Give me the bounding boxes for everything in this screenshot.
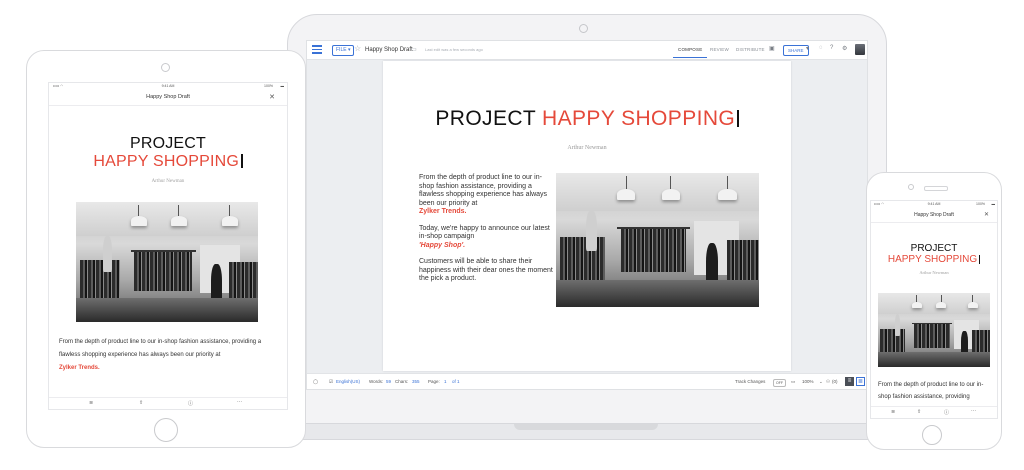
- brand-name: Zylker Trends.: [419, 208, 467, 215]
- tablet-camera: [161, 63, 170, 72]
- format-icon[interactable]: ≋: [891, 409, 895, 415]
- body-text: From the depth of product line to our in…: [419, 174, 555, 292]
- phone-body-text: From the depth of product line to our in…: [878, 382, 984, 400]
- zoom-dropdown-icon[interactable]: ⌄: [819, 374, 823, 389]
- settings-icon[interactable]: ⚙: [842, 45, 847, 52]
- present-icon[interactable]: ▣: [769, 45, 775, 52]
- tablet-home-button[interactable]: [154, 418, 178, 442]
- document-page[interactable]: PROJECT HAPPY SHOPPING Arthur Newman Fro…: [383, 61, 791, 371]
- store-photo: [76, 202, 258, 322]
- language-selector[interactable]: English(US): [336, 374, 360, 389]
- tablet-nav-title: Happy Shop Draft: [146, 94, 190, 100]
- phone-nav-title: Happy Shop Draft: [914, 212, 954, 218]
- tablet-nav-bar: Happy Shop Draft ✕: [49, 91, 287, 106]
- more-icon[interactable]: ···: [971, 408, 976, 414]
- chat-icon[interactable]: ◯: [313, 374, 318, 389]
- page-title: PROJECT HAPPY SHOPPING: [383, 107, 791, 131]
- phone-home-button[interactable]: [922, 425, 942, 445]
- char-count: 355: [412, 379, 420, 384]
- close-icon[interactable]: ✕: [984, 211, 989, 218]
- tablet-body-text: From the depth of product line to our in…: [59, 336, 279, 375]
- store-photo: [878, 293, 990, 367]
- close-icon[interactable]: ✕: [269, 93, 275, 101]
- paragraph-intro: From the depth of product line to our in…: [419, 174, 548, 207]
- phone-nav-bar: Happy Shop Draft ✕: [871, 209, 997, 223]
- format-icon[interactable]: ≋: [89, 400, 93, 406]
- hamburger-icon[interactable]: [312, 45, 322, 54]
- page-total: of 1: [452, 379, 460, 384]
- phone-bottom-toolbar: ≋ ⇧ ⓘ ···: [871, 406, 997, 418]
- view-icon[interactable]: ▭: [791, 374, 795, 389]
- info-icon[interactable]: ⓘ: [188, 400, 193, 407]
- laptop-screen: FILE ▾ ☆ Happy Shop Draft ▭ Last edit wa…: [306, 40, 868, 390]
- page-label: Page:: [428, 379, 440, 384]
- folder-icon[interactable]: ▭: [411, 46, 417, 53]
- phone-speaker: [924, 186, 948, 191]
- title-plain: PROJECT: [129, 135, 207, 152]
- file-menu-button[interactable]: FILE ▾: [332, 45, 355, 56]
- battery-icon: ▬: [991, 202, 996, 206]
- chars-label: Chars:: [395, 379, 409, 384]
- collaborators-icon[interactable]: ⚇: [826, 374, 830, 389]
- title-accent: HAPPY SHOPPING: [93, 153, 240, 170]
- words-label: Words:: [369, 379, 384, 384]
- laptop-camera: [579, 24, 588, 33]
- campaign-name: 'Happy Shop'.: [419, 241, 466, 249]
- title-plain: PROJECT: [910, 243, 958, 254]
- track-changes-toggle[interactable]: OFF: [773, 379, 786, 387]
- info-icon[interactable]: ⓘ: [944, 409, 949, 416]
- help-icon[interactable]: ?: [830, 45, 833, 51]
- phone-camera: [908, 184, 914, 190]
- store-photo: [556, 173, 759, 307]
- title-accent: HAPPY SHOPPING: [542, 107, 736, 130]
- text-cursor: [979, 255, 981, 264]
- collaborators-count: (0): [832, 379, 838, 384]
- tablet-time: 9:41 AM: [161, 84, 175, 88]
- tab-review[interactable]: REVIEW: [705, 42, 734, 58]
- paragraph-customers: Customers will be able to share their ha…: [419, 258, 553, 282]
- page-view-icon[interactable]: ≡: [845, 377, 854, 386]
- zoom-selector[interactable]: 100%: [802, 374, 814, 389]
- laptop-notch: [514, 424, 658, 430]
- tablet-doc-title: PROJECT HAPPY SHOPPING: [49, 135, 287, 171]
- page-number-input[interactable]: 1: [444, 374, 447, 389]
- comment-icon[interactable]: ◌: [819, 45, 823, 51]
- share-icon[interactable]: ⇧: [917, 409, 921, 415]
- phone-doc-title: PROJECT HAPPY SHOPPING: [871, 243, 997, 265]
- phone-battery-percent: 100%: [976, 202, 985, 206]
- avatar[interactable]: [855, 44, 865, 55]
- share-dropdown-icon[interactable]: ▾: [806, 45, 809, 52]
- tab-compose[interactable]: COMPOSE: [673, 42, 708, 58]
- tablet-battery-percent: 100%: [264, 84, 273, 88]
- battery-icon: ▬: [280, 84, 285, 88]
- editor-toolbar: FILE ▾ ☆ Happy Shop Draft ▭ Last edit wa…: [307, 41, 867, 60]
- tab-distribute[interactable]: DISTRIBUTE: [731, 42, 770, 58]
- paragraph-announce: Today, we're happy to announce our lates…: [419, 224, 550, 241]
- title-plain: PROJECT: [435, 107, 536, 130]
- text-cursor: [241, 154, 243, 168]
- web-view-icon[interactable]: ≣: [856, 377, 865, 386]
- title-accent-row: HAPPY SHOPPING: [871, 254, 997, 265]
- phone-screen: ••••• ◠ 9:41 AM 100% ▬ Happy Shop Draft …: [870, 200, 998, 419]
- status-bar: ◯ ☑ English(US) Words: 59 Chars: 355 Pag…: [307, 373, 867, 389]
- author-name: Arthur Newman: [151, 179, 185, 184]
- star-icon[interactable]: ☆: [354, 44, 361, 53]
- author-name: Arthur Newman: [919, 270, 949, 275]
- title-accent-row: HAPPY SHOPPING: [49, 153, 287, 171]
- text-cursor: [737, 110, 739, 127]
- document-name[interactable]: Happy Shop Draft: [365, 45, 413, 55]
- title-accent: HAPPY SHOPPING: [887, 254, 978, 265]
- tablet-bottom-toolbar: ≋ ⇧ ⓘ ···: [49, 397, 287, 409]
- tablet-screen: ••••• ◠ 9:41 AM 100% ▬ Happy Shop Draft …: [48, 82, 288, 410]
- author-name: Arthur Newman: [567, 145, 607, 151]
- brand-name: Zylker Trends.: [59, 365, 100, 371]
- track-changes-label: Track Changes: [735, 379, 766, 384]
- word-count: 59: [386, 379, 392, 384]
- spellcheck-icon[interactable]: ☑: [329, 374, 333, 389]
- more-icon[interactable]: ···: [237, 399, 242, 405]
- paragraph-intro: From the depth of product line to our in…: [59, 339, 262, 358]
- share-icon[interactable]: ⇧: [139, 400, 143, 406]
- last-edit-status: Last edit was a few seconds ago: [425, 47, 483, 52]
- share-button[interactable]: SHARE: [783, 45, 809, 56]
